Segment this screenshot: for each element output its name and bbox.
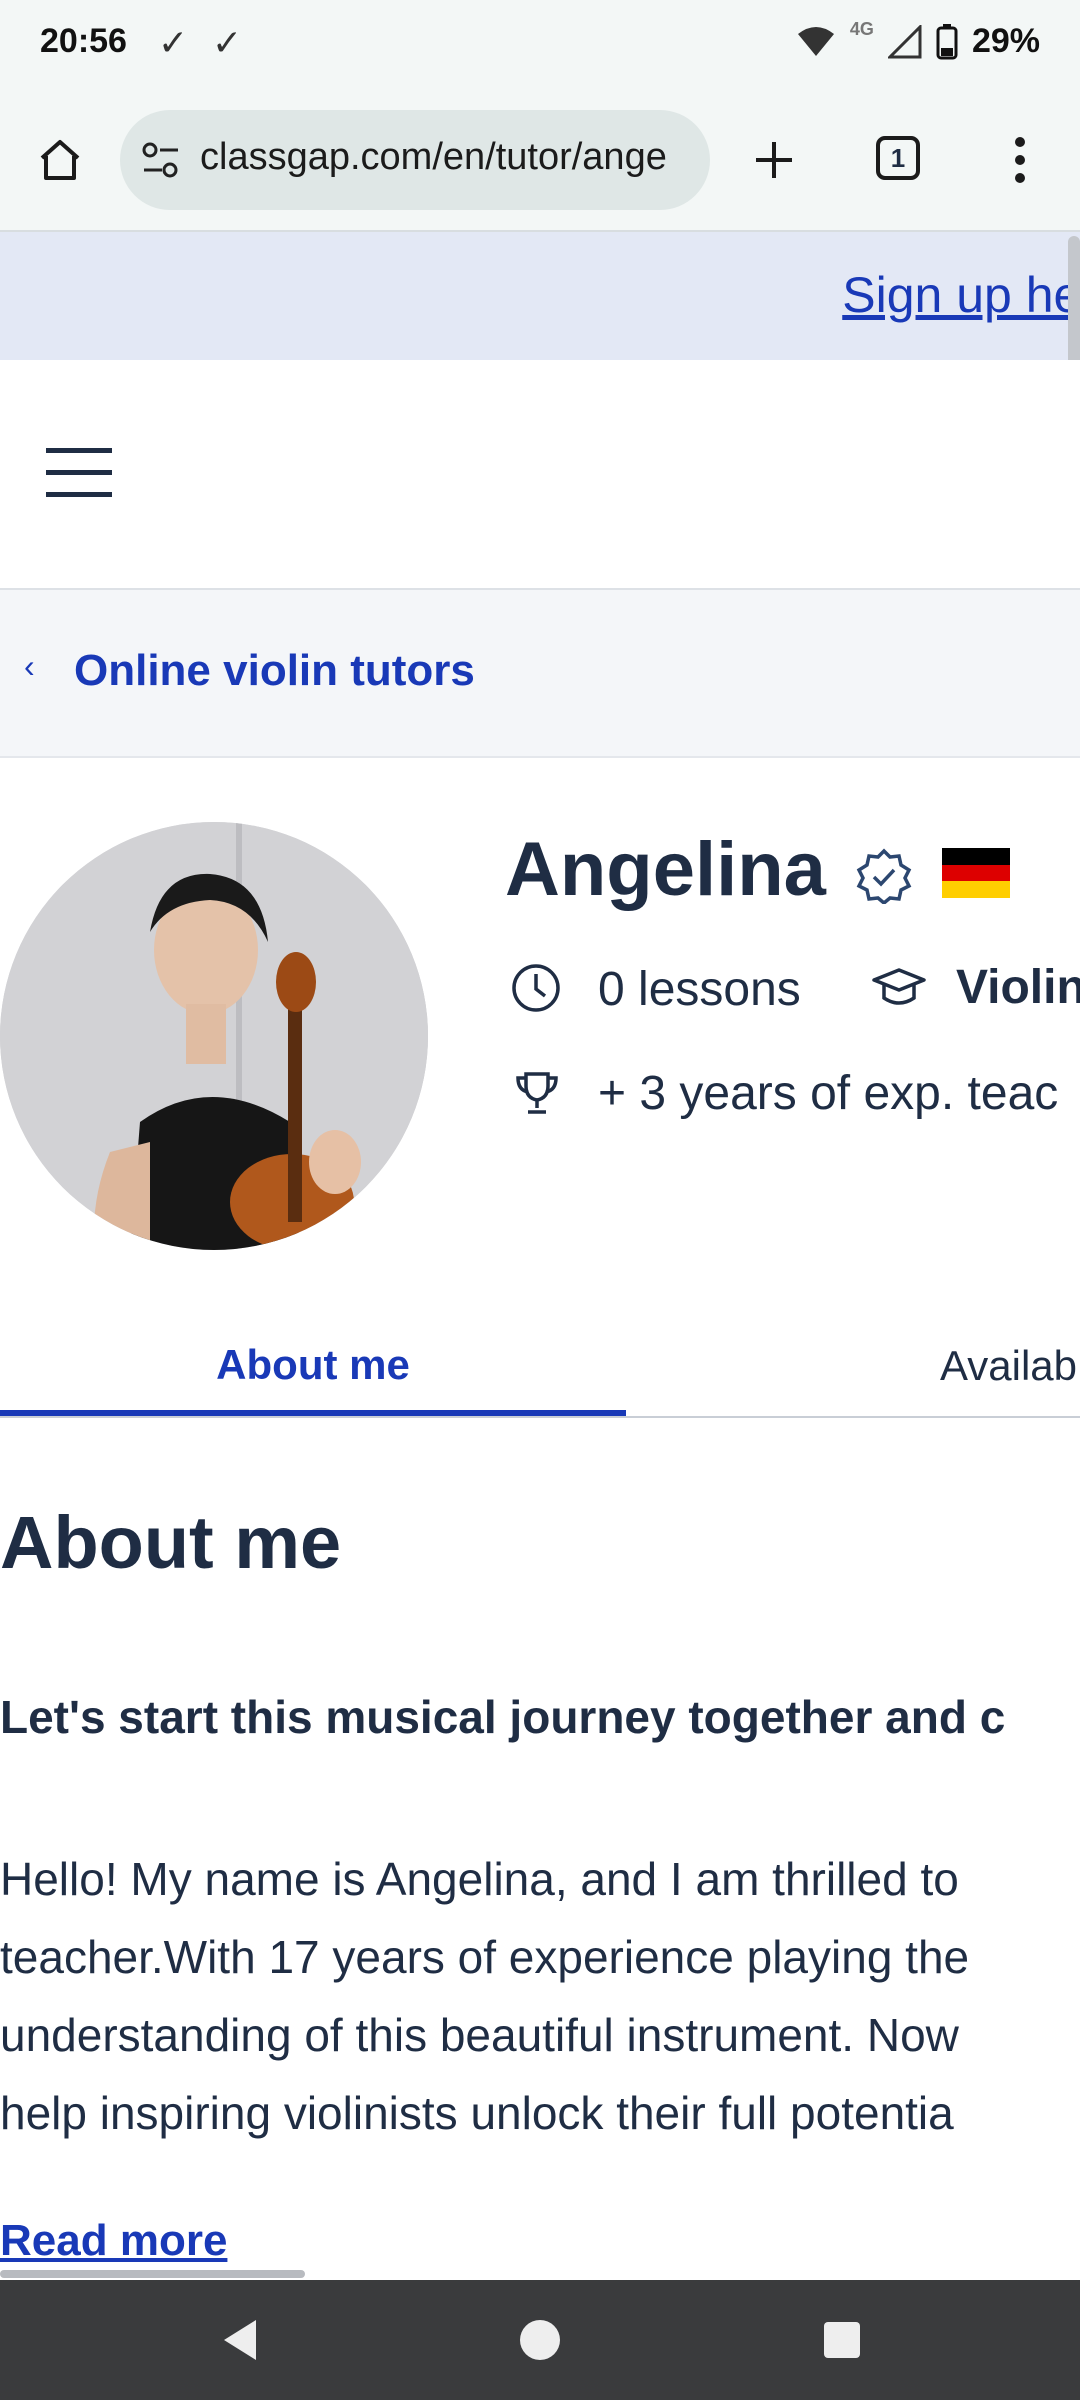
breadcrumb-label[interactable]: Online violin tutors [74, 646, 475, 696]
wifi-icon [797, 26, 834, 56]
back-icon[interactable] [220, 2318, 260, 2362]
status-right: 4G 29% [796, 19, 1040, 61]
tutor-name: Angelina [505, 827, 826, 912]
url-bar[interactable]: classgap.com/en/tutor/angе [120, 110, 710, 210]
signal-icon [887, 24, 922, 58]
recents-icon[interactable] [822, 2320, 862, 2360]
home-icon[interactable] [36, 136, 84, 184]
section-heading: About me [0, 1501, 342, 1584]
url-text[interactable]: classgap.com/en/tutor/angе [200, 136, 667, 179]
site-header [0, 360, 1080, 590]
tab-count: 1 [890, 142, 906, 173]
read-more-link[interactable]: Read more [0, 2216, 227, 2266]
subject: Violin [956, 961, 1080, 1014]
new-tab-icon[interactable] [752, 138, 796, 182]
home-nav-icon[interactable] [518, 2318, 562, 2362]
signup-banner: Sign up her [0, 232, 1080, 360]
about-lead: Let's start this musical journey togethe… [0, 1691, 1006, 1743]
status-time: 20:56 [40, 22, 127, 60]
battery-level: 29% [971, 22, 1040, 60]
hamburger-menu-icon[interactable] [46, 446, 112, 498]
graduation-cap-icon [872, 968, 926, 1005]
system-nav-bar [0, 2280, 1080, 2400]
tab-availability[interactable]: Availab [940, 1342, 1077, 1390]
chevron-left-icon: ‹ [24, 648, 35, 684]
more-options-icon[interactable] [1008, 134, 1032, 186]
status-bar: 20:56 ✓ ✓ 4G 29% [0, 0, 1080, 92]
download-check-icon: ✓ [158, 22, 189, 63]
breadcrumb[interactable]: ‹ Online violin tutors [0, 590, 1080, 758]
site-settings-icon[interactable] [140, 140, 182, 180]
battery-icon [936, 23, 958, 59]
tab-about-me[interactable]: About me [0, 1320, 626, 1416]
clock-icon [512, 964, 560, 1012]
germany-flag-icon [942, 848, 1010, 898]
trophy-icon [516, 1072, 558, 1114]
browser-toolbar: classgap.com/en/tutor/angе 1 [0, 92, 1080, 232]
signup-link[interactable]: Sign up her [842, 266, 1080, 324]
horizontal-scroll-indicator [0, 2270, 305, 2278]
avatar-photo [0, 822, 428, 1250]
about-paragraph: Hello! My name is Angelina, and I am thr… [0, 1853, 970, 2139]
profile-tabs: About me Availab [0, 1320, 1080, 1418]
experience: + 3 years of exp. teac [598, 1067, 1059, 1120]
avatar [0, 822, 428, 1250]
network-type: 4G [849, 19, 874, 39]
tab-switcher-button[interactable]: 1 [876, 136, 920, 180]
lessons-count: 0 lessons [598, 963, 801, 1016]
verified-badge-icon [856, 848, 912, 904]
download-check-icon: ✓ [212, 22, 243, 63]
